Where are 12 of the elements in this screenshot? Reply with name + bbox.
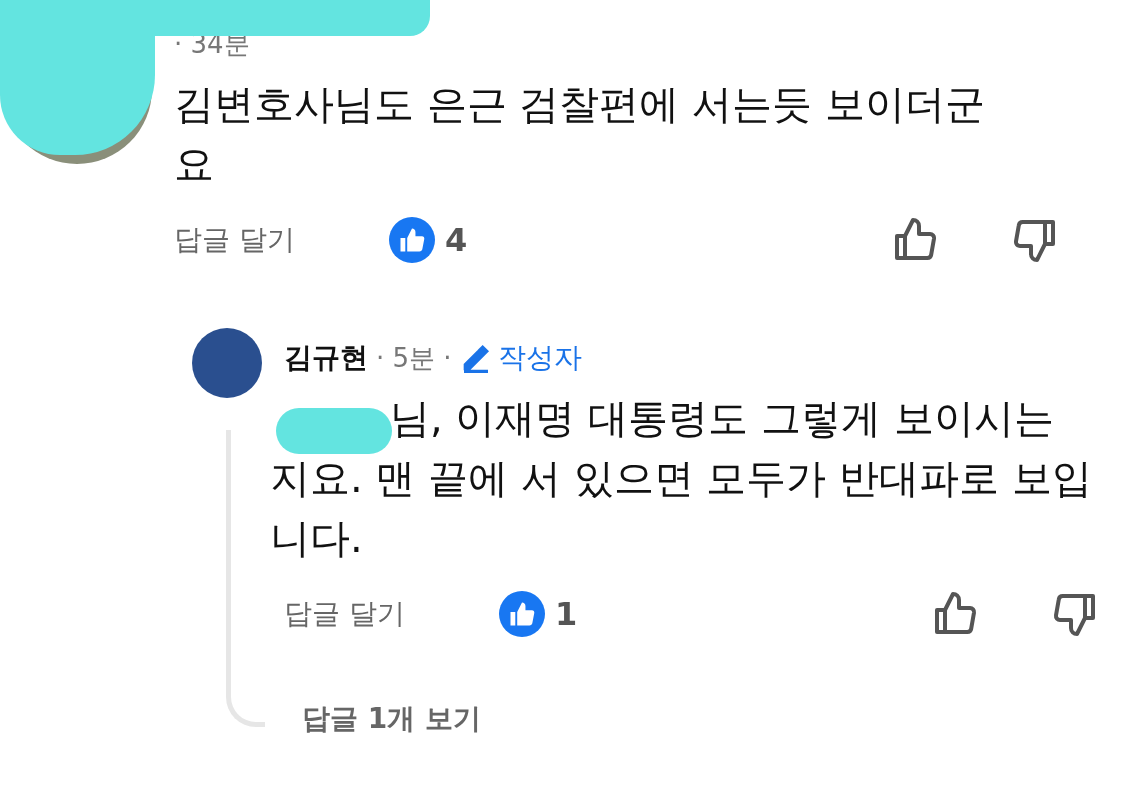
like-count: 4 [445, 221, 468, 259]
reply-link[interactable]: 답글 달기 [284, 595, 499, 633]
comment-text: 김변호사님도 은근 검찰편에 서는듯 보이더군요 [174, 80, 986, 189]
like-count: 1 [555, 595, 578, 633]
comment-time: · 5분 · [376, 341, 452, 375]
view-replies-link[interactable]: 답글 1개 보기 [302, 700, 481, 738]
reply-link[interactable]: 답글 달기 [174, 221, 389, 259]
like-icon [499, 591, 545, 637]
author-label: 작성자 [459, 339, 582, 377]
comment-text: 님, 이재명 대통령도 그렇게 보이시는지요. 맨 끝에 서 있으면 모두가 반대파로 보입니다. [270, 394, 1092, 563]
author-name: 김규현 [284, 340, 368, 376]
like-icon [389, 217, 435, 263]
